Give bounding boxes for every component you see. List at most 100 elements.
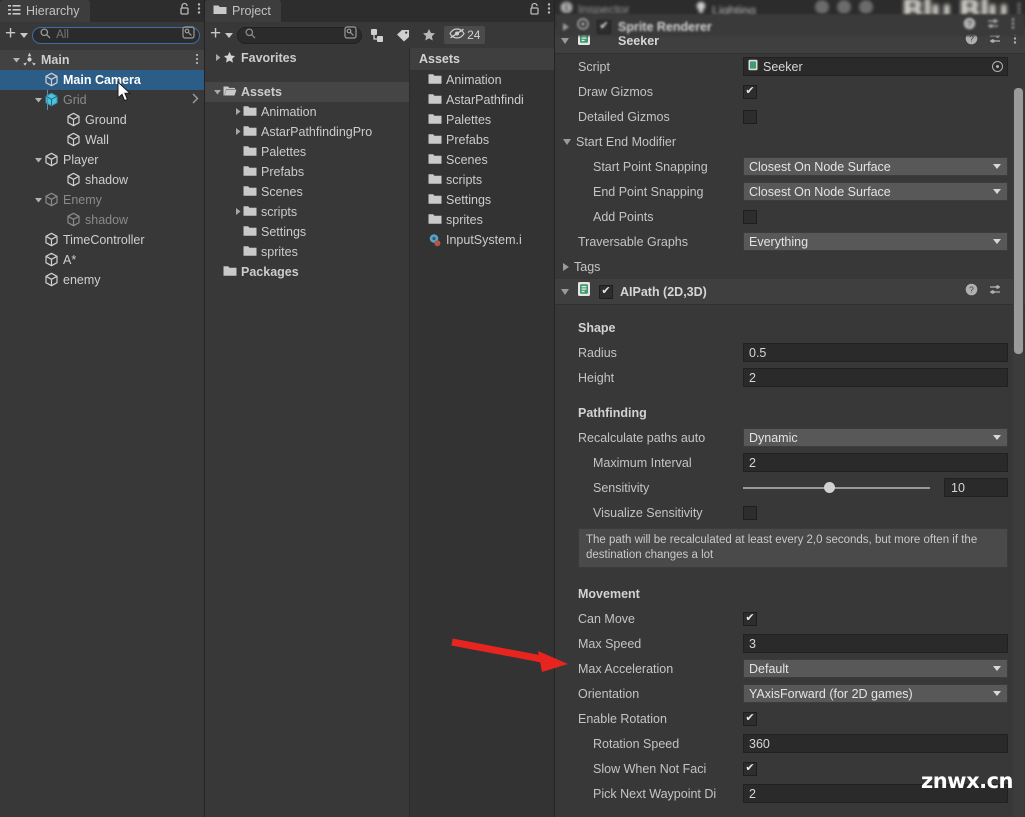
preset-icon[interactable] [989, 283, 1002, 301]
chevron-down-icon[interactable] [32, 95, 44, 106]
project-tree-item-animation[interactable]: Animation [205, 102, 409, 122]
dropdown-end-point-snapping[interactable]: Closest On Node Surface [743, 182, 1008, 201]
hierarchy-item-ground[interactable]: Ground [0, 110, 205, 130]
object-picker-icon[interactable] [344, 26, 357, 44]
inspector-scrollbar[interactable] [1013, 88, 1024, 817]
object-picker-icon[interactable] [992, 61, 1003, 72]
hierarchy-item-timecontroller[interactable]: TimeController [0, 230, 205, 250]
hierarchy-item-enemy[interactable]: enemy [0, 270, 205, 290]
asset-item[interactable]: Scenes [410, 150, 555, 170]
checkbox-slow-when-not-faci[interactable] [743, 761, 757, 776]
divider-project-inspector[interactable] [554, 0, 555, 817]
lock-icon[interactable] [529, 2, 540, 20]
hierarchy-search-input[interactable]: All [32, 26, 200, 44]
object-field-script[interactable]: Seeker [743, 57, 1008, 76]
dropdown-recalculate-paths-auto[interactable]: Dynamic [743, 428, 1008, 447]
checkbox-visualize-sensitivity[interactable] [743, 505, 757, 520]
filter-by-label-icon[interactable] [392, 25, 414, 45]
checkbox-enable-rotation[interactable] [743, 711, 757, 726]
chevron-down-icon[interactable] [10, 55, 22, 66]
hierarchy-item-shadow[interactable]: shadow [0, 210, 205, 230]
asset-item[interactable]: sprites [410, 210, 555, 230]
checkbox-can-move[interactable] [743, 611, 757, 626]
open-prefab-chevron-icon[interactable] [191, 93, 199, 107]
asset-item[interactable]: Settings [410, 190, 555, 210]
kebab-menu-icon[interactable] [1011, 17, 1015, 35]
asset-item[interactable]: AstarPathfindi [410, 90, 555, 110]
project-tree-item-settings[interactable]: Settings [205, 222, 409, 242]
star-icon[interactable] [418, 25, 440, 45]
checkbox-add-points[interactable] [743, 209, 757, 224]
dropdown-traversable-graphs[interactable]: Everything [743, 232, 1008, 251]
asset-item[interactable]: Animation [410, 70, 555, 90]
slider-value-input[interactable]: 10 [944, 478, 1008, 497]
hierarchy-item-grid[interactable]: Grid [0, 90, 205, 110]
project-tree-item-palettes[interactable]: Palettes [205, 142, 409, 162]
chevron-right-icon[interactable] [231, 107, 243, 118]
slider-knob[interactable] [823, 482, 835, 493]
divider-hierarchy-project[interactable] [204, 0, 205, 817]
kebab-menu-icon[interactable] [547, 2, 551, 20]
hierarchy-item-wall[interactable]: Wall [0, 130, 205, 150]
component-header-aipath-2d-3d-[interactable]: AIPath (2D,3D)? [555, 279, 1025, 305]
asset-item[interactable]: Palettes [410, 110, 555, 130]
hierarchy-item-player[interactable]: Player [0, 150, 205, 170]
project-tree-item-assets[interactable]: Assets [205, 82, 409, 102]
slider-sensitivity[interactable] [743, 478, 938, 497]
project-tree-item-favorites[interactable]: Favorites [205, 48, 409, 68]
chevron-down-icon[interactable] [561, 37, 569, 44]
component-enabled-checkbox[interactable] [599, 284, 613, 299]
hierarchy-item-main[interactable]: Main [0, 50, 205, 70]
chevron-right-icon[interactable] [563, 262, 569, 271]
asset-item[interactable]: InputSystem.i [410, 230, 555, 250]
text-input-height[interactable]: 2 [743, 368, 1008, 387]
dropdown-start-point-snapping[interactable]: Closest On Node Surface [743, 157, 1008, 176]
chevron-down-icon[interactable] [20, 32, 29, 38]
text-input-max-speed[interactable]: 3 [743, 634, 1008, 653]
kebab-menu-icon[interactable] [195, 53, 199, 67]
project-add-button[interactable]: + [210, 24, 221, 46]
project-tree-item-packages[interactable]: Packages [205, 262, 409, 282]
dropdown-orientation[interactable]: YAxisForward (for 2D games) [743, 684, 1008, 703]
tab-project[interactable]: Project [205, 0, 281, 22]
checkbox-draw-gizmos[interactable] [743, 84, 757, 99]
help-icon[interactable]: ? [965, 283, 978, 301]
hierarchy-item-a-[interactable]: A* [0, 250, 205, 270]
hierarchy-add-button[interactable]: + [5, 24, 16, 46]
inspector-scrollbar-thumb[interactable] [1014, 88, 1023, 354]
sprite-renderer-enabled-checkbox[interactable] [597, 19, 611, 34]
tab-hierarchy[interactable]: Hierarchy [0, 0, 90, 22]
project-tree-item-scenes[interactable]: Scenes [205, 182, 409, 202]
text-input-maximum-interval[interactable]: 2 [743, 453, 1008, 472]
chevron-right-icon[interactable] [211, 53, 223, 64]
project-tree-item-sprites[interactable]: sprites [205, 242, 409, 262]
hidden-assets-badge[interactable]: 24 [444, 26, 486, 44]
project-tree-item-scripts[interactable]: scripts [205, 202, 409, 222]
hierarchy-item-shadow[interactable]: shadow [0, 170, 205, 190]
chevron-down-icon[interactable] [32, 195, 44, 206]
chevron-right-icon[interactable] [231, 207, 243, 218]
chevron-down-icon[interactable] [561, 288, 569, 295]
dropdown-max-acceleration[interactable]: Default [743, 659, 1008, 678]
checkbox-detailed-gizmos[interactable] [743, 109, 757, 124]
text-input-rotation-speed[interactable]: 360 [743, 734, 1008, 753]
project-tree-item-astarpathfindingpro[interactable]: AstarPathfindingPro [205, 122, 409, 142]
hierarchy-item-main-camera[interactable]: Main Camera [0, 70, 205, 90]
hierarchy-item-enemy[interactable]: Enemy [0, 190, 205, 210]
chevron-down-icon[interactable] [32, 155, 44, 166]
chevron-down-icon[interactable] [225, 32, 234, 38]
project-search-input[interactable] [237, 26, 363, 44]
asset-item[interactable]: scripts [410, 170, 555, 190]
help-icon[interactable]: ? [963, 17, 976, 35]
preset-icon[interactable] [987, 17, 1000, 35]
filter-by-type-icon[interactable] [366, 25, 388, 45]
lock-icon[interactable] [179, 2, 190, 20]
project-tree-item-prefabs[interactable]: Prefabs [205, 162, 409, 182]
asset-item[interactable]: Prefabs [410, 130, 555, 150]
kebab-menu-icon[interactable] [197, 2, 201, 20]
chevron-right-icon[interactable] [563, 22, 569, 31]
object-picker-icon[interactable] [182, 26, 195, 44]
chevron-right-icon[interactable] [231, 127, 243, 138]
chevron-down-icon[interactable] [563, 138, 571, 145]
text-input-radius[interactable]: 0.5 [743, 343, 1008, 362]
